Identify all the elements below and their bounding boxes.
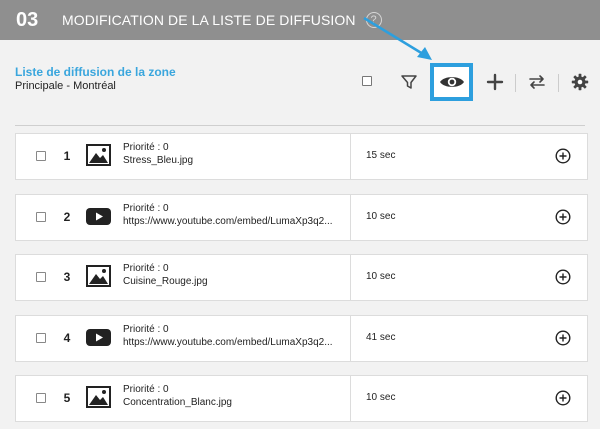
add-circle-icon[interactable] <box>555 390 571 406</box>
row-priority: Priorité : 0 <box>123 142 169 153</box>
playlist-row[interactable]: 1 Priorité : 0 Stress_Bleu.jpg 15 sec <box>15 133 588 180</box>
row-duration: 10 sec <box>366 271 396 282</box>
preview-button[interactable] <box>430 63 473 101</box>
row-priority: Priorité : 0 <box>123 384 169 395</box>
toolbar-divider <box>558 74 559 92</box>
row-duration: 15 sec <box>366 150 396 161</box>
plus-icon[interactable] <box>486 73 504 91</box>
section-title: MODIFICATION DE LA LISTE DE DIFFUSION <box>62 12 356 28</box>
row-number: 3 <box>63 270 71 284</box>
add-circle-icon[interactable] <box>555 330 571 346</box>
row-duration: 10 sec <box>366 392 396 403</box>
row-checkbox[interactable] <box>36 272 46 282</box>
playlist-row[interactable]: 2 Priorité : 0 https://www.youtube.com/e… <box>15 194 588 241</box>
playlist-row[interactable]: 5 Priorité : 0 Concentration_Blanc.jpg 1… <box>15 375 588 422</box>
row-filename: https://www.youtube.com/embed/LumaXp3q2.… <box>123 337 333 348</box>
row-filename: Stress_Bleu.jpg <box>123 155 194 166</box>
row-duration: 41 sec <box>366 332 396 343</box>
zone-subtitle: Principale - Montréal <box>15 80 116 92</box>
divider <box>15 125 585 126</box>
eye-icon <box>439 77 464 87</box>
filter-icon[interactable] <box>400 73 418 91</box>
image-icon <box>86 265 111 287</box>
row-filename: Concentration_Blanc.jpg <box>123 397 232 408</box>
add-circle-icon[interactable] <box>555 269 571 285</box>
row-priority: Priorité : 0 <box>123 263 169 274</box>
playlist-row[interactable]: 3 Priorité : 0 Cuisine_Rouge.jpg 10 sec <box>15 254 588 301</box>
zone-title: Liste de diffusion de la zone <box>15 65 176 79</box>
row-checkbox[interactable] <box>36 151 46 161</box>
row-checkbox[interactable] <box>36 212 46 222</box>
row-checkbox[interactable] <box>36 333 46 343</box>
row-number: 1 <box>63 149 71 163</box>
row-priority: Priorité : 0 <box>123 203 169 214</box>
row-filename: Cuisine_Rouge.jpg <box>123 276 208 287</box>
select-all-checkbox[interactable] <box>362 76 372 86</box>
toolbar-divider <box>515 74 516 92</box>
image-icon <box>86 144 111 166</box>
add-circle-icon[interactable] <box>555 209 571 225</box>
row-number: 4 <box>63 331 71 345</box>
row-number: 2 <box>63 210 71 224</box>
row-priority: Priorité : 0 <box>123 324 169 335</box>
column-divider <box>350 376 351 421</box>
add-circle-icon[interactable] <box>555 148 571 164</box>
row-checkbox[interactable] <box>36 393 46 403</box>
gear-icon[interactable] <box>571 73 589 91</box>
help-icon[interactable]: ? <box>365 12 382 28</box>
section-header: 03 MODIFICATION DE LA LISTE DE DIFFUSION… <box>0 0 600 40</box>
step-number: 03 <box>16 8 39 31</box>
image-icon <box>86 386 111 408</box>
column-divider <box>350 255 351 300</box>
column-divider <box>350 316 351 361</box>
playlist-row[interactable]: 4 Priorité : 0 https://www.youtube.com/e… <box>15 315 588 362</box>
row-number: 5 <box>63 391 71 405</box>
video-icon <box>86 208 111 225</box>
row-duration: 10 sec <box>366 211 396 222</box>
swap-icon[interactable] <box>528 73 546 91</box>
video-icon <box>86 329 111 346</box>
row-filename: https://www.youtube.com/embed/LumaXp3q2.… <box>123 216 333 227</box>
column-divider <box>350 134 351 179</box>
column-divider <box>350 195 351 240</box>
